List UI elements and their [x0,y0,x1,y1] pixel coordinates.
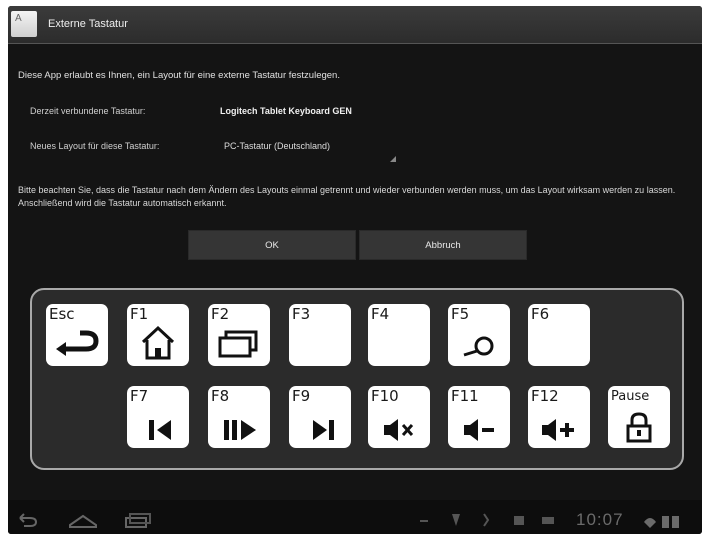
connected-keyboard-value: Logitech Tablet Keyboard GEN [220,106,352,116]
wifi-icon [644,518,656,528]
reconnect-note: Bitte beachten Sie, dass die Tastatur na… [18,185,676,208]
search-icon [463,336,494,357]
f7-key[interactable]: F7 [127,386,189,448]
recent-apps-nav-icon[interactable] [125,513,151,528]
recent-apps-icon [218,330,258,358]
f5-key[interactable]: F5 [448,304,510,366]
f1-key[interactable]: F1 [127,304,189,366]
status-icons [420,513,554,527]
f8-key[interactable]: F8 [208,386,270,448]
lock-icon [626,412,652,443]
f3-key-label: F3 [292,305,311,323]
f9-key[interactable]: F9 [289,386,351,448]
play-pause-icon [224,420,256,440]
mute-icon [384,419,414,441]
f6-key-label: F6 [531,305,550,323]
layout-select-value: PC-Tastatur (Deutschland) [224,141,331,151]
back-icon[interactable] [19,513,38,527]
description-text: Diese App erlaubt es Ihnen, ein Layout f… [18,70,340,81]
previous-track-icon [149,420,171,440]
home-icon [141,325,175,360]
f12-key[interactable]: F12 [528,386,590,448]
back-arrow-icon [56,330,99,356]
function-key-panel: Esc F1 F2 F3 F4 F5 F6 F7 F8 F9 F10 F11 F… [30,288,684,470]
f2-key[interactable]: F2 [208,304,270,366]
f11-key[interactable]: F11 [448,386,510,448]
tablet-screen: A Externe Tastatur Diese App erlaubt es … [8,6,702,534]
status-clock: 10:07 [576,510,624,529]
volume-up-icon [542,419,574,441]
home-nav-icon[interactable] [69,514,97,528]
battery-icon [662,516,679,528]
f4-key[interactable]: F4 [368,304,430,366]
window-title: Externe Tastatur [48,18,128,30]
f3-key[interactable]: F3 [289,304,351,366]
title-bar: A Externe Tastatur [8,6,702,44]
next-track-icon [313,420,334,440]
volume-down-icon [464,419,494,441]
layout-label: Neues Layout für diese Tastatur: [30,141,160,151]
keyboard-app-icon: A [11,11,37,37]
f4-key-label: F4 [371,305,390,323]
esc-key[interactable]: Esc [46,304,108,366]
connected-keyboard-label: Derzeit verbundene Tastatur: [30,106,146,116]
dropdown-corner-icon [390,156,396,162]
cancel-button[interactable]: Abbruch [359,230,527,260]
pause-key[interactable]: Pause [608,386,670,448]
f10-key[interactable]: F10 [368,386,430,448]
layout-select[interactable]: PC-Tastatur (Deutschland) [220,136,396,162]
f6-key[interactable]: F6 [528,304,590,366]
ok-button[interactable]: OK [188,230,356,260]
